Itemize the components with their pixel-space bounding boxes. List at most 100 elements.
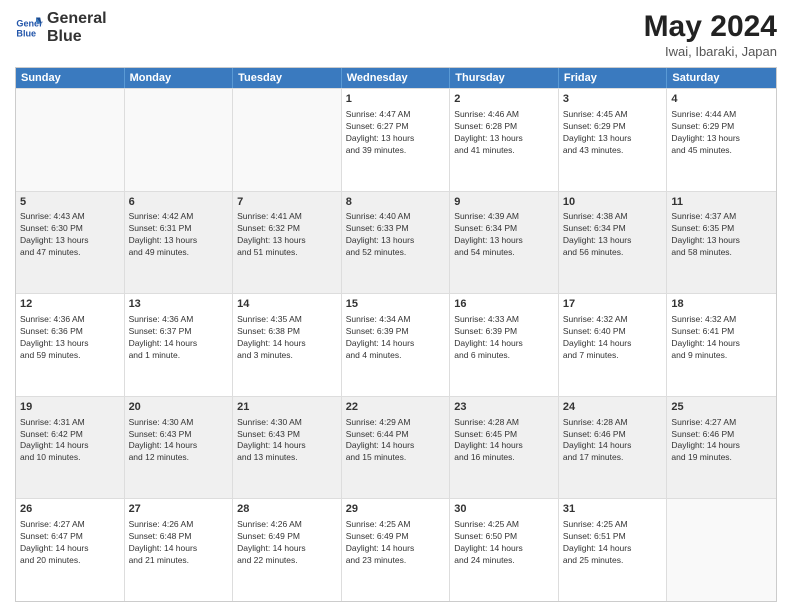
cell-info: Sunrise: 4:28 AMSunset: 6:46 PMDaylight:… (563, 417, 663, 465)
cell-info: Sunrise: 4:46 AMSunset: 6:28 PMDaylight:… (454, 109, 554, 157)
cell-info: Sunrise: 4:32 AMSunset: 6:40 PMDaylight:… (563, 314, 663, 362)
cell-info: Sunrise: 4:47 AMSunset: 6:27 PMDaylight:… (346, 109, 446, 157)
cell-info: Sunrise: 4:25 AMSunset: 6:51 PMDaylight:… (563, 519, 663, 567)
logo-line2: Blue (47, 28, 107, 46)
day-number: 24 (563, 400, 663, 415)
cell-info: Sunrise: 4:27 AMSunset: 6:47 PMDaylight:… (20, 519, 120, 567)
cell-info: Sunrise: 4:28 AMSunset: 6:45 PMDaylight:… (454, 417, 554, 465)
day-number: 15 (346, 297, 446, 312)
header-wednesday: Wednesday (342, 68, 451, 88)
day-number: 30 (454, 502, 554, 517)
calendar-cell: 21 Sunrise: 4:30 AMSunset: 6:43 PMDayligh… (233, 397, 342, 499)
cell-info: Sunrise: 4:37 AMSunset: 6:35 PMDaylight:… (671, 211, 772, 259)
calendar-cell: 25 Sunrise: 4:27 AMSunset: 6:46 PMDayligh… (667, 397, 776, 499)
cell-info: Sunrise: 4:42 AMSunset: 6:31 PMDaylight:… (129, 211, 229, 259)
cell-info: Sunrise: 4:26 AMSunset: 6:48 PMDaylight:… (129, 519, 229, 567)
day-number: 20 (129, 400, 229, 415)
page: General Blue General Blue May 2024 Iwai,… (0, 0, 792, 612)
cell-info: Sunrise: 4:30 AMSunset: 6:43 PMDaylight:… (237, 417, 337, 465)
cell-info: Sunrise: 4:25 AMSunset: 6:50 PMDaylight:… (454, 519, 554, 567)
calendar-cell: 8Sunrise: 4:40 AMSunset: 6:33 PMDaylight… (342, 192, 451, 294)
calendar-cell (233, 89, 342, 191)
cell-info: Sunrise: 4:26 AMSunset: 6:49 PMDaylight:… (237, 519, 337, 567)
day-number: 5 (20, 195, 120, 210)
calendar-cell: 6Sunrise: 4:42 AMSunset: 6:31 PMDaylight… (125, 192, 234, 294)
cell-info: Sunrise: 4:36 AMSunset: 6:37 PMDaylight:… (129, 314, 229, 362)
cell-info: Sunrise: 4:30 AMSunset: 6:43 PMDaylight:… (129, 417, 229, 465)
calendar-cell: 1Sunrise: 4:47 AMSunset: 6:27 PMDaylight… (342, 89, 451, 191)
day-number: 23 (454, 400, 554, 415)
cell-info: Sunrise: 4:39 AMSunset: 6:34 PMDaylight:… (454, 211, 554, 259)
header-monday: Monday (125, 68, 234, 88)
cell-info: Sunrise: 4:27 AMSunset: 6:46 PMDaylight:… (671, 417, 772, 465)
day-number: 27 (129, 502, 229, 517)
calendar-cell: 11Sunrise: 4:37 AMSunset: 6:35 PMDayligh… (667, 192, 776, 294)
header-tuesday: Tuesday (233, 68, 342, 88)
day-number: 8 (346, 195, 446, 210)
day-number: 7 (237, 195, 337, 210)
day-number: 3 (563, 92, 663, 107)
calendar-row-2: 5Sunrise: 4:43 AMSunset: 6:30 PMDaylight… (16, 191, 776, 294)
calendar-cell: 5Sunrise: 4:43 AMSunset: 6:30 PMDaylight… (16, 192, 125, 294)
day-number: 28 (237, 502, 337, 517)
calendar-cell: 2Sunrise: 4:46 AMSunset: 6:28 PMDaylight… (450, 89, 559, 191)
calendar-cell: 15 Sunrise: 4:34 AMSunset: 6:39 PMDayligh… (342, 294, 451, 396)
calendar-cell: 16 Sunrise: 4:33 AMSunset: 6:39 PMDayligh… (450, 294, 559, 396)
cell-info: Sunrise: 4:41 AMSunset: 6:32 PMDaylight:… (237, 211, 337, 259)
header-thursday: Thursday (450, 68, 559, 88)
cell-info: Sunrise: 4:29 AMSunset: 6:44 PMDaylight:… (346, 417, 446, 465)
calendar-cell: 20 Sunrise: 4:30 AMSunset: 6:43 PMDayligh… (125, 397, 234, 499)
cell-info: Sunrise: 4:44 AMSunset: 6:29 PMDaylight:… (671, 109, 772, 157)
calendar-row-1: 1Sunrise: 4:47 AMSunset: 6:27 PMDaylight… (16, 88, 776, 191)
cell-info: Sunrise: 4:40 AMSunset: 6:33 PMDaylight:… (346, 211, 446, 259)
calendar-cell: 28 Sunrise: 4:26 AMSunset: 6:49 PMDayligh… (233, 499, 342, 601)
day-number: 16 (454, 297, 554, 312)
calendar-cell: 30 Sunrise: 4:25 AMSunset: 6:50 PMDayligh… (450, 499, 559, 601)
cell-info: Sunrise: 4:38 AMSunset: 6:34 PMDaylight:… (563, 211, 663, 259)
calendar-row-5: 26 Sunrise: 4:27 AMSunset: 6:47 PMDayligh… (16, 498, 776, 601)
day-number: 10 (563, 195, 663, 210)
cell-info: Sunrise: 4:33 AMSunset: 6:39 PMDaylight:… (454, 314, 554, 362)
cell-info: Sunrise: 4:31 AMSunset: 6:42 PMDaylight:… (20, 417, 120, 465)
day-number: 25 (671, 400, 772, 415)
calendar-header: Sunday Monday Tuesday Wednesday Thursday… (16, 68, 776, 88)
calendar: Sunday Monday Tuesday Wednesday Thursday… (15, 67, 777, 602)
day-number: 26 (20, 502, 120, 517)
calendar-cell: 14Sunrise: 4:35 AMSunset: 6:38 PMDayligh… (233, 294, 342, 396)
calendar-cell (16, 89, 125, 191)
calendar-cell: 7Sunrise: 4:41 AMSunset: 6:32 PMDaylight… (233, 192, 342, 294)
logo-text: General Blue (47, 10, 107, 45)
cell-info: Sunrise: 4:43 AMSunset: 6:30 PMDaylight:… (20, 211, 120, 259)
day-number: 29 (346, 502, 446, 517)
cell-info: Sunrise: 4:34 AMSunset: 6:39 PMDaylight:… (346, 314, 446, 362)
location: Iwai, Ibaraki, Japan (644, 44, 777, 59)
calendar-cell: 12Sunrise: 4:36 AMSunset: 6:36 PMDayligh… (16, 294, 125, 396)
title-area: May 2024 Iwai, Ibaraki, Japan (644, 10, 777, 59)
calendar-cell: 22Sunrise: 4:29 AMSunset: 6:44 PMDayligh… (342, 397, 451, 499)
day-number: 9 (454, 195, 554, 210)
cell-info: Sunrise: 4:36 AMSunset: 6:36 PMDaylight:… (20, 314, 120, 362)
logo-line1: General (47, 10, 107, 28)
calendar-cell: 18 Sunrise: 4:32 AMSunset: 6:41 PMDayligh… (667, 294, 776, 396)
day-number: 21 (237, 400, 337, 415)
header: General Blue General Blue May 2024 Iwai,… (15, 10, 777, 59)
calendar-cell: 19 Sunrise: 4:31 AMSunset: 6:42 PMDayligh… (16, 397, 125, 499)
svg-text:Blue: Blue (16, 28, 36, 38)
calendar-row-4: 19 Sunrise: 4:31 AMSunset: 6:42 PMDayligh… (16, 396, 776, 499)
calendar-cell: 4Sunrise: 4:44 AMSunset: 6:29 PMDaylight… (667, 89, 776, 191)
header-friday: Friday (559, 68, 668, 88)
day-number: 19 (20, 400, 120, 415)
day-number: 18 (671, 297, 772, 312)
calendar-cell: 24 Sunrise: 4:28 AMSunset: 6:46 PMDayligh… (559, 397, 668, 499)
logo: General Blue General Blue (15, 10, 107, 45)
day-number: 6 (129, 195, 229, 210)
header-saturday: Saturday (667, 68, 776, 88)
calendar-cell: 13 Sunrise: 4:36 AMSunset: 6:37 PMDayligh… (125, 294, 234, 396)
calendar-cell: 23 Sunrise: 4:28 AMSunset: 6:45 PMDayligh… (450, 397, 559, 499)
cell-info: Sunrise: 4:25 AMSunset: 6:49 PMDaylight:… (346, 519, 446, 567)
day-number: 14 (237, 297, 337, 312)
cell-info: Sunrise: 4:32 AMSunset: 6:41 PMDaylight:… (671, 314, 772, 362)
calendar-cell: 29 Sunrise: 4:25 AMSunset: 6:49 PMDayligh… (342, 499, 451, 601)
calendar-cell: 10Sunrise: 4:38 AMSunset: 6:34 PMDayligh… (559, 192, 668, 294)
day-number: 13 (129, 297, 229, 312)
